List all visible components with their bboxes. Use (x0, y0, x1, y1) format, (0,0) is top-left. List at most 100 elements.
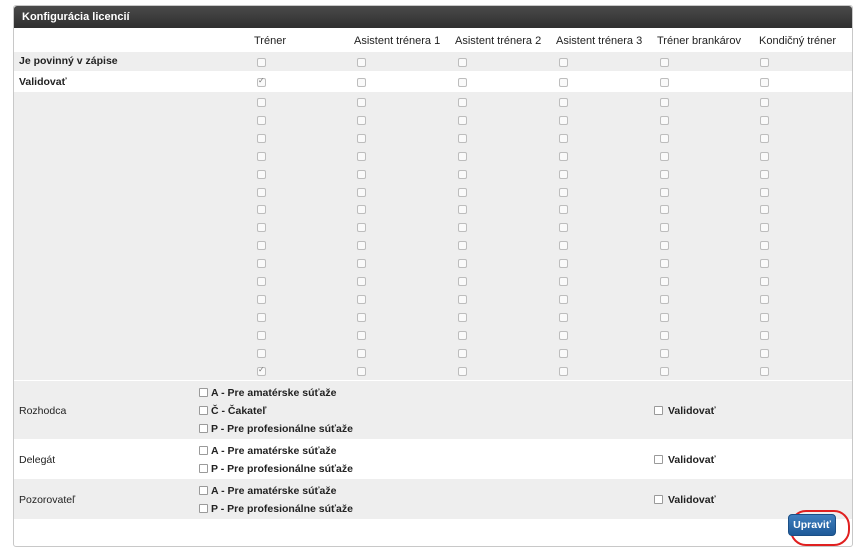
license-checkbox[interactable] (257, 277, 266, 286)
license-checkbox[interactable] (458, 98, 467, 107)
license-checkbox[interactable] (559, 295, 568, 304)
license-checkbox[interactable] (660, 78, 669, 87)
checkbox[interactable] (199, 446, 208, 455)
license-checkbox[interactable] (760, 116, 769, 125)
license-checkbox[interactable] (760, 223, 769, 232)
license-checkbox[interactable] (357, 78, 366, 87)
license-checkbox[interactable] (357, 367, 366, 376)
license-checkbox[interactable] (357, 313, 366, 322)
license-checkbox[interactable] (660, 313, 669, 322)
license-checkbox[interactable] (257, 349, 266, 358)
license-checkbox[interactable] (458, 152, 467, 161)
license-checkbox[interactable] (559, 349, 568, 358)
license-checkbox[interactable] (760, 170, 769, 179)
license-checkbox[interactable] (760, 188, 769, 197)
delegate-validate[interactable]: Validovať (654, 454, 716, 466)
license-checkbox[interactable] (257, 295, 266, 304)
license-checkbox[interactable] (458, 241, 467, 250)
license-checkbox[interactable] (760, 295, 769, 304)
checkbox[interactable] (199, 424, 208, 433)
license-checkbox[interactable] (458, 116, 467, 125)
license-checkbox[interactable] (357, 241, 366, 250)
license-checkbox[interactable] (357, 188, 366, 197)
license-checkbox[interactable] (559, 58, 568, 67)
license-checkbox[interactable] (357, 205, 366, 214)
license-checkbox[interactable] (660, 205, 669, 214)
license-checkbox[interactable] (357, 170, 366, 179)
license-checkbox[interactable] (660, 367, 669, 376)
license-checkbox[interactable] (760, 134, 769, 143)
license-checkbox[interactable] (559, 367, 568, 376)
license-checkbox[interactable] (559, 259, 568, 268)
license-checkbox[interactable] (760, 349, 769, 358)
license-checkbox[interactable] (559, 205, 568, 214)
license-checkbox[interactable] (257, 241, 266, 250)
license-checkbox[interactable] (660, 277, 669, 286)
license-checkbox[interactable] (660, 241, 669, 250)
license-checkbox[interactable] (458, 331, 467, 340)
license-checkbox[interactable] (458, 295, 467, 304)
license-checkbox[interactable] (458, 349, 467, 358)
checkbox[interactable] (199, 406, 208, 415)
license-checkbox[interactable] (559, 134, 568, 143)
checkbox[interactable] (654, 455, 663, 464)
license-checkbox[interactable] (760, 98, 769, 107)
license-checkbox[interactable] (559, 170, 568, 179)
observer-option-a[interactable]: A - Pre amatérske súťaže (199, 485, 336, 497)
license-checkbox[interactable] (559, 116, 568, 125)
license-checkbox[interactable] (559, 188, 568, 197)
license-checkbox[interactable] (357, 152, 366, 161)
license-checkbox[interactable] (660, 58, 669, 67)
license-checkbox[interactable] (559, 277, 568, 286)
license-checkbox[interactable] (760, 78, 769, 87)
license-checkbox[interactable] (760, 241, 769, 250)
edit-button[interactable]: Upraviť (788, 514, 836, 536)
referee-option-p[interactable]: P - Pre profesionálne súťaže (199, 423, 353, 435)
license-checkbox[interactable] (660, 259, 669, 268)
license-checkbox[interactable] (257, 76, 266, 87)
license-checkbox[interactable] (660, 170, 669, 179)
license-checkbox[interactable] (458, 78, 467, 87)
license-checkbox[interactable] (357, 98, 366, 107)
license-checkbox[interactable] (458, 223, 467, 232)
license-checkbox[interactable] (357, 134, 366, 143)
license-checkbox[interactable] (660, 152, 669, 161)
license-checkbox[interactable] (458, 277, 467, 286)
license-checkbox[interactable] (357, 349, 366, 358)
license-checkbox[interactable] (257, 152, 266, 161)
license-checkbox[interactable] (660, 223, 669, 232)
license-checkbox[interactable] (257, 116, 266, 125)
license-checkbox[interactable] (760, 58, 769, 67)
referee-option-c[interactable]: Č - Čakateľ (199, 405, 266, 417)
license-checkbox[interactable] (257, 98, 266, 107)
license-checkbox[interactable] (257, 259, 266, 268)
license-checkbox[interactable] (559, 223, 568, 232)
checkbox[interactable] (654, 406, 663, 415)
license-checkbox[interactable] (257, 188, 266, 197)
license-checkbox[interactable] (357, 331, 366, 340)
license-checkbox[interactable] (458, 259, 467, 268)
license-checkbox[interactable] (760, 277, 769, 286)
license-checkbox[interactable] (458, 58, 467, 67)
license-checkbox[interactable] (257, 313, 266, 322)
license-checkbox[interactable] (760, 259, 769, 268)
license-checkbox[interactable] (760, 152, 769, 161)
license-checkbox[interactable] (357, 116, 366, 125)
checkbox[interactable] (199, 464, 208, 473)
license-checkbox[interactable] (559, 313, 568, 322)
license-checkbox[interactable] (760, 367, 769, 376)
license-checkbox[interactable] (660, 295, 669, 304)
license-checkbox[interactable] (760, 313, 769, 322)
license-checkbox[interactable] (257, 170, 266, 179)
license-checkbox[interactable] (760, 205, 769, 214)
license-checkbox[interactable] (660, 116, 669, 125)
license-checkbox[interactable] (559, 98, 568, 107)
delegate-option-a[interactable]: A - Pre amatérske súťaže (199, 445, 336, 457)
license-checkbox[interactable] (458, 313, 467, 322)
license-checkbox[interactable] (660, 349, 669, 358)
license-checkbox[interactable] (458, 134, 467, 143)
checkbox[interactable] (199, 486, 208, 495)
license-checkbox[interactable] (559, 152, 568, 161)
license-checkbox[interactable] (458, 170, 467, 179)
license-checkbox[interactable] (257, 331, 266, 340)
